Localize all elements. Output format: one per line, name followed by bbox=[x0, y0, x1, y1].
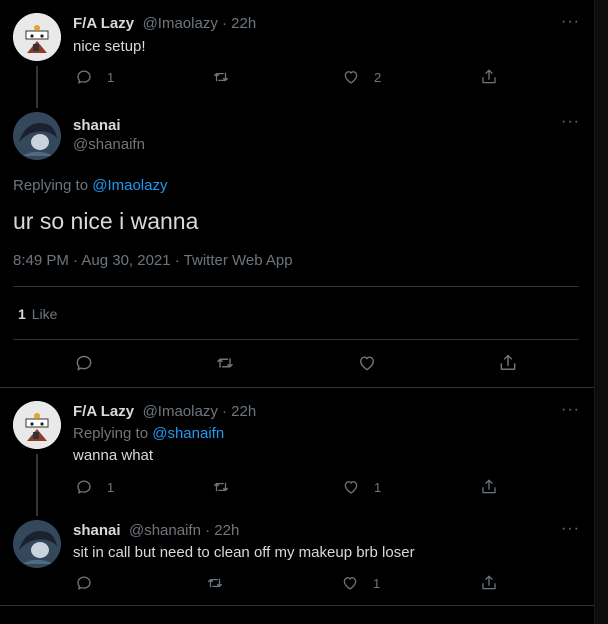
share-icon bbox=[480, 574, 498, 592]
thread-line bbox=[36, 454, 38, 516]
avatar-cartoon-icon bbox=[13, 13, 61, 61]
reply-button[interactable]: 1 bbox=[75, 68, 114, 86]
author-name[interactable]: F/A Lazy bbox=[73, 15, 134, 32]
share-icon bbox=[480, 478, 498, 496]
retweet-icon bbox=[206, 574, 224, 592]
likes-label: Like bbox=[31, 306, 58, 322]
scrollbar[interactable] bbox=[594, 0, 608, 624]
retweet-icon bbox=[212, 478, 230, 496]
like-button[interactable]: 1 bbox=[342, 478, 381, 496]
more-icon[interactable]: ··· bbox=[561, 14, 580, 30]
replying-prefix: Replying to bbox=[13, 177, 93, 194]
reply-count: 1 bbox=[107, 479, 115, 495]
likes-count: 1 bbox=[18, 306, 26, 322]
heart-icon bbox=[341, 574, 359, 592]
author-name[interactable]: shanai bbox=[73, 117, 121, 134]
like-count: 1 bbox=[374, 479, 382, 495]
replying-to: Replying to @shanaifn bbox=[73, 425, 224, 442]
share-button[interactable] bbox=[480, 478, 498, 496]
more-icon[interactable]: ··· bbox=[561, 114, 580, 130]
like-count: 1 bbox=[373, 575, 381, 591]
thread-line bbox=[36, 66, 38, 108]
retweet-button[interactable] bbox=[212, 478, 230, 496]
tweet-text: wanna what bbox=[73, 447, 154, 464]
reply-button[interactable] bbox=[74, 353, 94, 373]
avatar[interactable] bbox=[13, 401, 61, 449]
tweet-timestamp[interactable]: 8:49 PM · Aug 30, 2021 · Twitter Web App bbox=[13, 252, 293, 269]
retweet-button[interactable] bbox=[212, 68, 230, 86]
main-tweet-text: ur so nice i wanna bbox=[13, 208, 199, 234]
share-icon bbox=[498, 353, 518, 373]
share-button[interactable] bbox=[498, 353, 518, 373]
retweet-button[interactable] bbox=[206, 574, 224, 592]
author-name[interactable]: shanai bbox=[73, 522, 121, 539]
author-meta[interactable]: @shanaifn · 22h bbox=[129, 522, 239, 539]
reply-icon bbox=[74, 353, 94, 373]
author-handle[interactable]: @shanaifn bbox=[73, 136, 145, 153]
avatar[interactable] bbox=[13, 520, 61, 568]
more-icon[interactable]: ··· bbox=[561, 402, 580, 418]
tweet-text: sit in call but need to clean off my mak… bbox=[73, 544, 415, 561]
replying-handle-link[interactable]: @shanaifn bbox=[152, 425, 224, 442]
like-button[interactable] bbox=[357, 353, 377, 373]
heart-icon bbox=[342, 68, 360, 86]
divider bbox=[13, 339, 579, 340]
retweet-icon bbox=[212, 68, 230, 86]
replying-prefix: Replying to bbox=[73, 425, 153, 442]
reply-count: 1 bbox=[107, 69, 115, 85]
replying-to: Replying to @Imaolazy bbox=[13, 177, 167, 194]
tweet-text: nice setup! bbox=[73, 38, 146, 55]
retweet-icon bbox=[215, 353, 235, 373]
heart-icon bbox=[342, 478, 360, 496]
heart-icon bbox=[357, 353, 377, 373]
author-name[interactable]: F/A Lazy bbox=[73, 403, 134, 420]
divider bbox=[0, 605, 594, 606]
like-button[interactable]: 2 bbox=[342, 68, 381, 86]
reply-button[interactable]: 1 bbox=[75, 478, 114, 496]
share-button[interactable] bbox=[480, 574, 498, 592]
divider bbox=[0, 387, 594, 388]
reply-icon bbox=[75, 68, 93, 86]
likes-summary[interactable]: 1 Like bbox=[18, 306, 57, 322]
share-button[interactable] bbox=[480, 68, 498, 86]
reply-icon bbox=[75, 574, 93, 592]
replying-handle-link[interactable]: @Imaolazy bbox=[92, 177, 167, 194]
more-icon[interactable]: ··· bbox=[561, 521, 580, 537]
retweet-button[interactable] bbox=[215, 353, 235, 373]
reply-icon bbox=[75, 478, 93, 496]
avatar[interactable] bbox=[13, 112, 61, 160]
avatar-cartoon-icon bbox=[13, 401, 61, 449]
avatar-anime-icon bbox=[13, 520, 61, 568]
reply-button[interactable] bbox=[75, 574, 93, 592]
like-button[interactable]: 1 bbox=[341, 574, 380, 592]
share-icon bbox=[480, 68, 498, 86]
author-meta[interactable]: @Imaolazy · 22h bbox=[143, 15, 257, 32]
avatar[interactable] bbox=[13, 13, 61, 61]
author-meta[interactable]: @Imaolazy · 22h bbox=[143, 403, 257, 420]
divider bbox=[13, 286, 579, 287]
avatar-anime-icon bbox=[13, 112, 61, 160]
like-count: 2 bbox=[374, 69, 382, 85]
